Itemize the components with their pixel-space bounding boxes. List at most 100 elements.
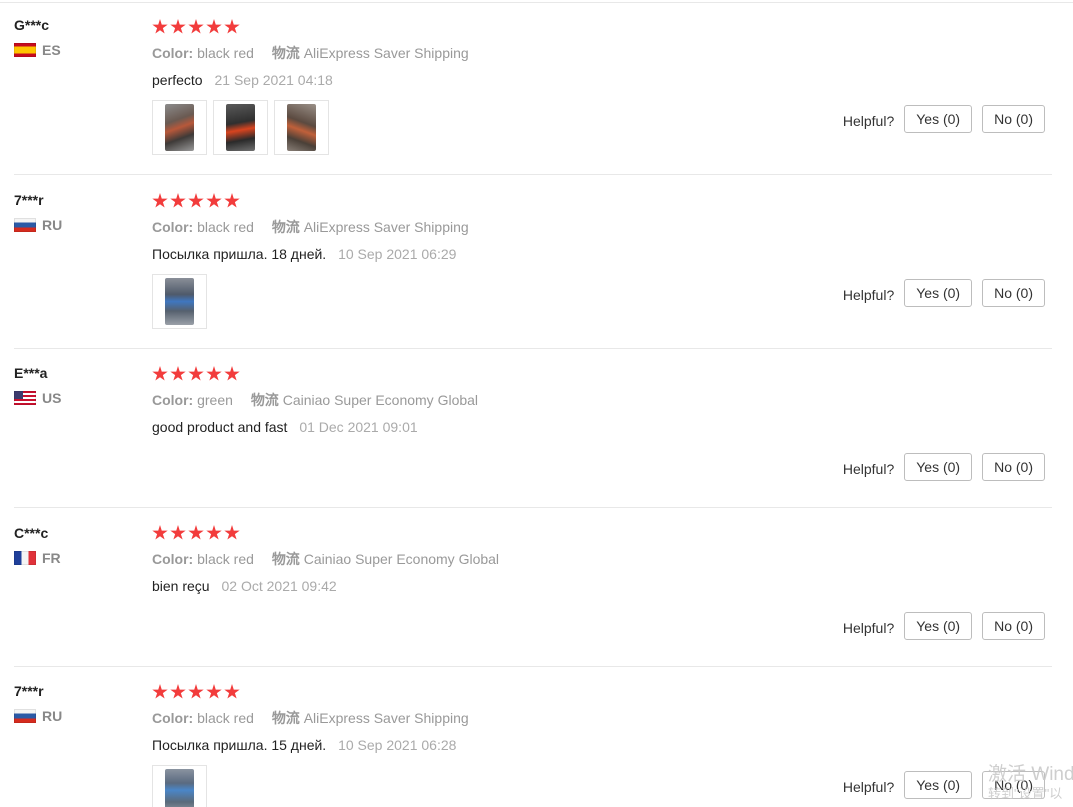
review-photo-thumbnail[interactable]	[152, 765, 207, 807]
product-attributes: Color: green 物流 Cainiao Super Economy Gl…	[152, 391, 478, 409]
review-photo-thumbnail[interactable]	[152, 100, 207, 155]
star-icon	[170, 366, 186, 381]
helpful-yes-button[interactable]: Yes (0)	[904, 453, 973, 481]
reviewer-name: C***c	[14, 525, 49, 541]
watermark-line-1: 激活 Wind	[988, 764, 1073, 785]
review-comment-line: bien reçu 02 Oct 2021 09:42	[152, 577, 499, 595]
review-text: perfecto	[152, 72, 203, 88]
russia-flag-icon	[14, 218, 36, 232]
star-icon	[188, 684, 204, 699]
star-icon	[206, 19, 222, 34]
review-content: Color: black red 物流 Cainiao Super Econom…	[152, 524, 499, 595]
reviewer-info: G***c ES	[14, 16, 61, 58]
helpful-no-button[interactable]: No (0)	[982, 612, 1045, 640]
helpful-vote: Helpful? Yes (0) No (0)	[843, 453, 1045, 481]
shipping-value: AliExpress Saver Shipping	[303, 219, 469, 235]
review-photo-thumbnail[interactable]	[213, 100, 268, 155]
reviewer-country: RU	[14, 217, 62, 233]
shipping-value: Cainiao Super Economy Global	[282, 392, 479, 408]
shipping-label: 物流	[271, 219, 300, 235]
russia-flag-icon	[14, 709, 36, 723]
review-text: Посылка пришла. 15 дней.	[152, 737, 327, 753]
review-comment-line: Посылка пришла. 15 дней. 10 Sep 2021 06:…	[152, 736, 469, 754]
review-date: 10 Sep 2021 06:29	[338, 246, 457, 262]
reviewer-country: FR	[14, 550, 61, 566]
reviewer-name: G***c	[14, 17, 50, 33]
helpful-vote: Helpful? Yes (0) No (0)	[843, 612, 1045, 640]
star-icon	[170, 193, 186, 208]
helpful-yes-button[interactable]: Yes (0)	[904, 279, 973, 307]
color-value: black red	[197, 551, 254, 567]
helpful-yes-button[interactable]: Yes (0)	[904, 105, 973, 133]
product-attributes: Color: black red 物流 Cainiao Super Econom…	[152, 550, 499, 568]
star-icon	[152, 193, 168, 208]
color-label: Color:	[152, 219, 194, 235]
color-value: black red	[197, 45, 254, 61]
star-icon	[206, 193, 222, 208]
review-content: Color: black red 物流 AliExpress Saver Shi…	[152, 192, 469, 329]
review-date: 02 Oct 2021 09:42	[221, 578, 337, 594]
helpful-no-button[interactable]: No (0)	[982, 279, 1045, 307]
helpful-yes-button[interactable]: Yes (0)	[904, 771, 973, 799]
shipping-value: AliExpress Saver Shipping	[303, 45, 469, 61]
review-date: 01 Dec 2021 09:01	[299, 419, 418, 435]
star-icon	[152, 684, 168, 699]
france-flag-icon	[14, 551, 36, 565]
shipping-label: 物流	[271, 710, 300, 726]
product-attributes: Color: black red 物流 AliExpress Saver Shi…	[152, 709, 469, 727]
country-code: ES	[42, 42, 61, 58]
review-date: 10 Sep 2021 06:28	[338, 737, 457, 753]
helpful-label: Helpful?	[842, 287, 895, 303]
star-icon	[206, 684, 222, 699]
shipping-label: 物流	[271, 45, 300, 61]
color-value: black red	[197, 219, 254, 235]
helpful-label: Helpful?	[842, 113, 895, 129]
review-text: good product and fast	[152, 419, 288, 435]
color-label: Color:	[152, 551, 194, 567]
review-text: Посылка пришла. 18 дней.	[152, 246, 327, 262]
reviewer-name: 7***r	[14, 192, 44, 208]
review-photo-thumbnail[interactable]	[274, 100, 329, 155]
star-icon	[188, 193, 204, 208]
star-icon	[170, 19, 186, 34]
helpful-vote: Helpful? Yes (0) No (0)	[843, 279, 1045, 307]
helpful-label: Helpful?	[842, 620, 895, 636]
country-code: RU	[42, 708, 63, 724]
review-photos	[152, 765, 469, 807]
reviewer-country: US	[14, 390, 61, 406]
review-date: 21 Sep 2021 04:18	[214, 72, 333, 88]
star-rating	[152, 683, 469, 701]
review-item: C***c FR Color: black red 物流 Cainiao Sup…	[0, 508, 1073, 667]
review-comment-line: Посылка пришла. 18 дней. 10 Sep 2021 06:…	[152, 245, 469, 263]
review-content: Color: black red 物流 AliExpress Saver Shi…	[152, 18, 469, 155]
star-icon	[152, 366, 168, 381]
reviewer-info: E***a US	[14, 364, 61, 406]
star-icon	[188, 366, 204, 381]
helpful-no-button[interactable]: No (0)	[982, 105, 1045, 133]
review-photo-thumbnail[interactable]	[152, 274, 207, 329]
helpful-no-button[interactable]: No (0)	[982, 453, 1045, 481]
helpful-label: Helpful?	[842, 779, 895, 795]
product-attributes: Color: black red 物流 AliExpress Saver Shi…	[152, 44, 469, 62]
top-divider	[0, 2, 1073, 3]
reviewer-name: 7***r	[14, 683, 44, 699]
review-text: bien reçu	[152, 578, 210, 594]
reviews-page: G***c ES Color: black red 物流 AliExpress …	[0, 0, 1073, 807]
star-icon	[152, 19, 168, 34]
star-icon	[224, 366, 240, 381]
star-icon	[224, 525, 240, 540]
country-code: RU	[42, 217, 63, 233]
usa-flag-icon	[14, 391, 36, 405]
color-label: Color:	[152, 392, 194, 408]
shipping-value: AliExpress Saver Shipping	[303, 710, 469, 726]
star-rating	[152, 192, 469, 210]
reviewer-info: C***c FR	[14, 524, 61, 566]
product-attributes: Color: black red 物流 AliExpress Saver Shi…	[152, 218, 469, 236]
star-rating	[152, 524, 499, 542]
helpful-yes-button[interactable]: Yes (0)	[904, 612, 973, 640]
reviewer-country: RU	[14, 708, 62, 724]
star-icon	[224, 684, 240, 699]
shipping-label: 物流	[271, 551, 300, 567]
color-value: black red	[197, 710, 254, 726]
color-label: Color:	[152, 45, 194, 61]
